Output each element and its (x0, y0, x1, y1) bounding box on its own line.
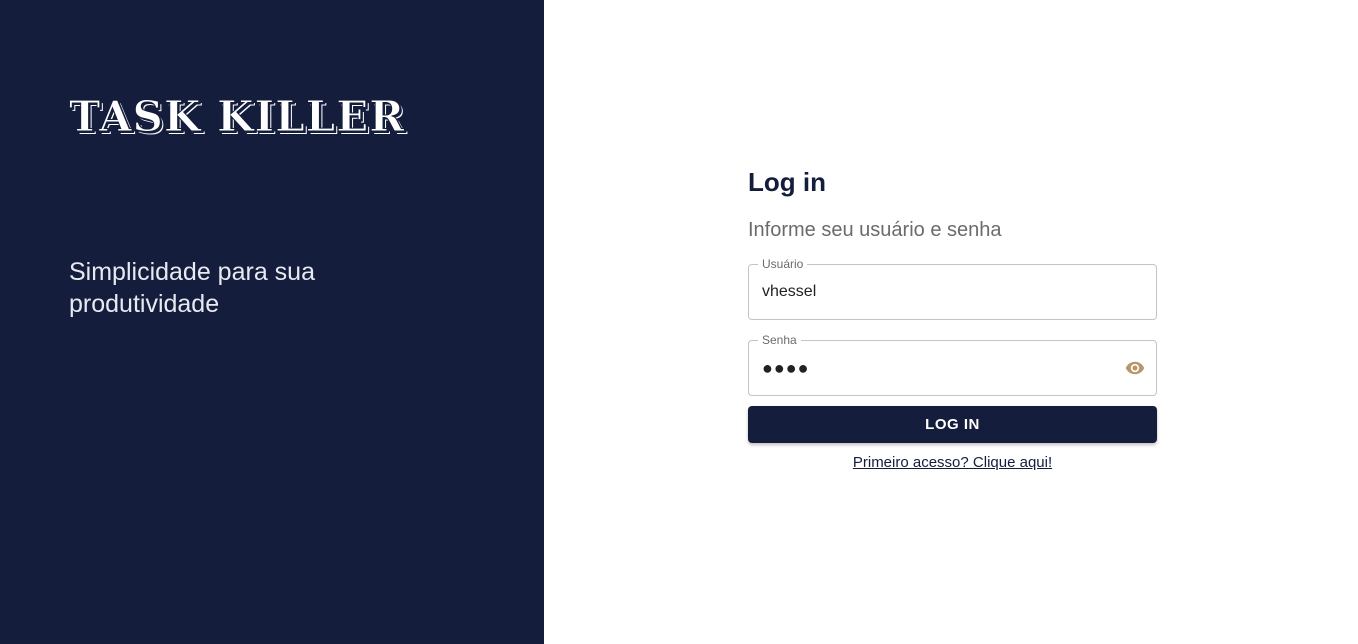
username-field[interactable]: Usuário vhessel (748, 256, 1157, 320)
login-button[interactable]: LOG IN (748, 406, 1157, 443)
password-field[interactable]: Senha ●●●● (748, 332, 1157, 396)
first-access-link[interactable]: Primeiro acesso? Clique aqui! (748, 454, 1157, 471)
eye-icon[interactable] (1124, 358, 1146, 378)
password-input[interactable]: ●●●● (762, 341, 810, 395)
username-input[interactable]: vhessel (762, 265, 816, 319)
brand-panel: TASK KILLER Simplicidade para sua produt… (0, 0, 544, 644)
login-form: Log in Informe seu usuário e senha Usuár… (748, 164, 1157, 471)
app-logo: TASK KILLER (68, 92, 406, 142)
tagline: Simplicidade para sua produtividade (69, 258, 315, 318)
page-title: Log in (748, 167, 826, 197)
form-subtitle: Informe seu usuário e senha (748, 219, 1002, 241)
